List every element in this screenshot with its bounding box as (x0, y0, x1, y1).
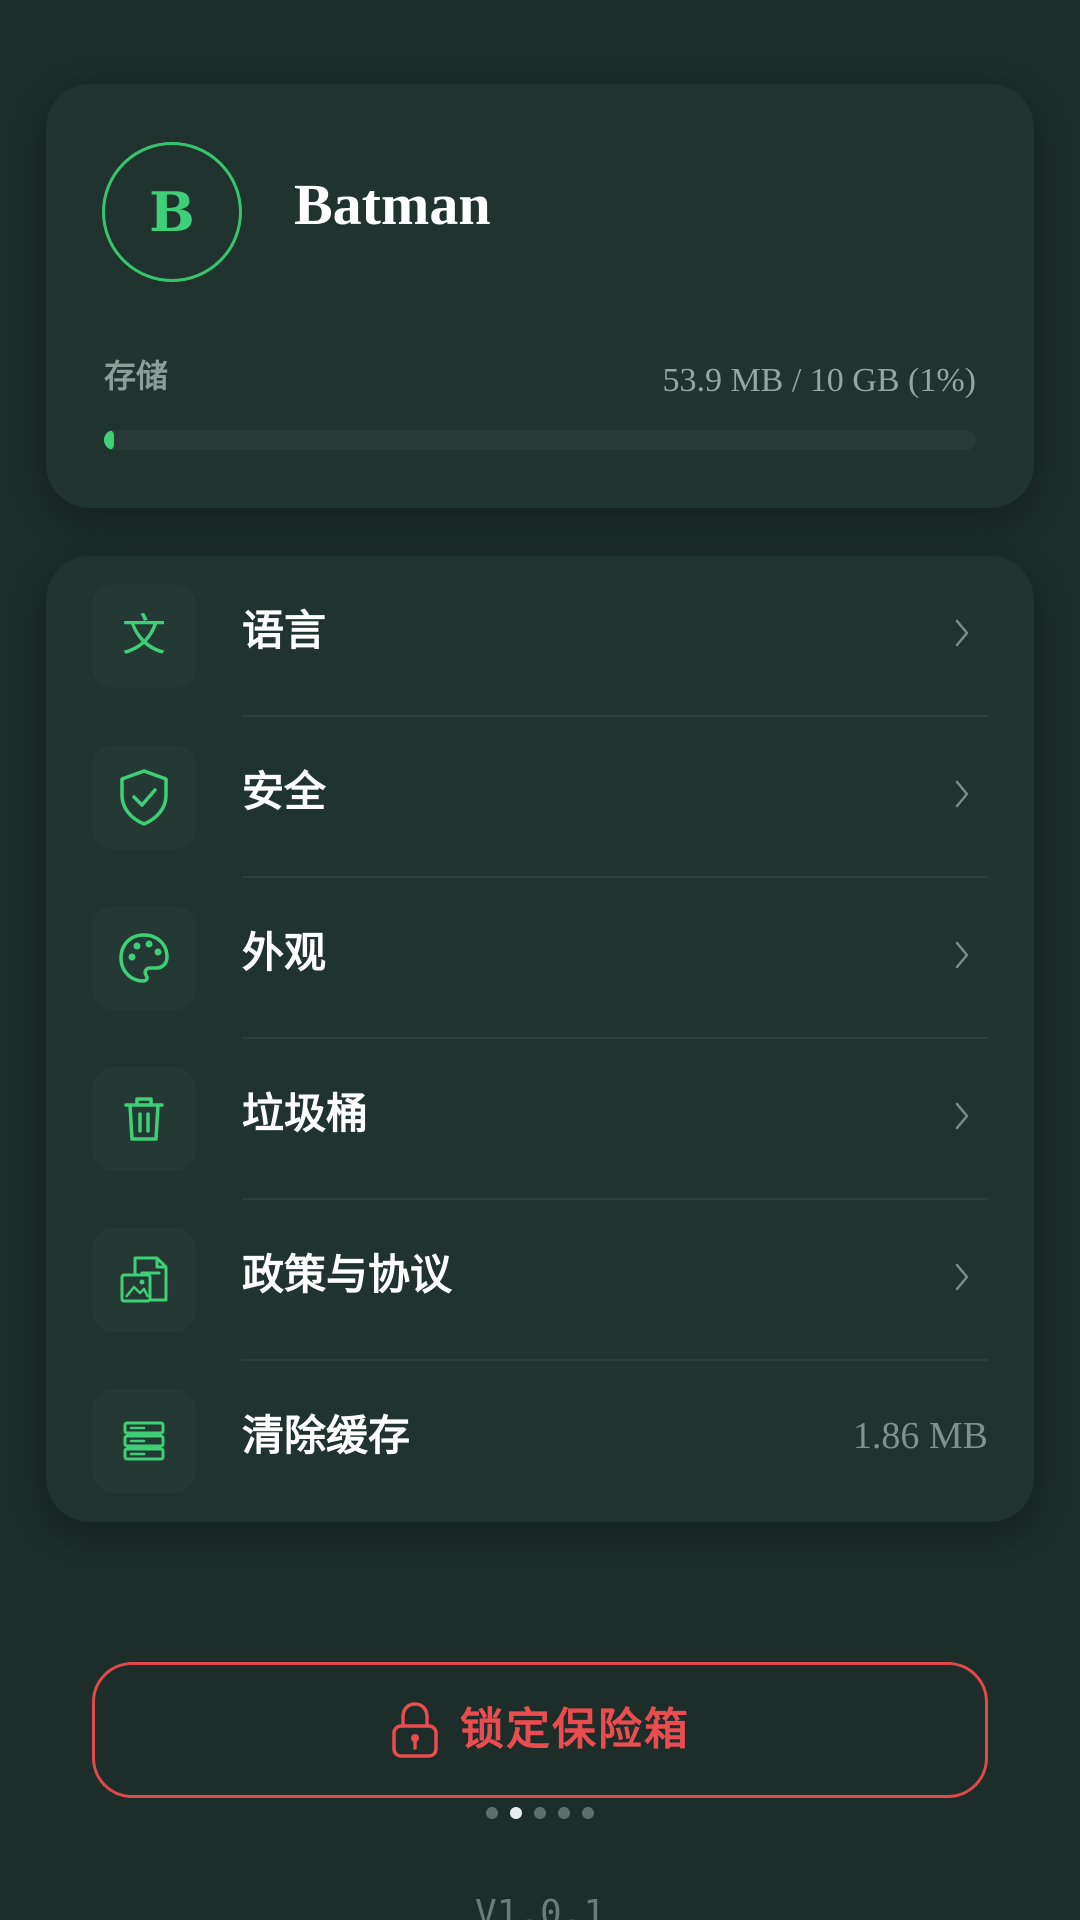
avatar[interactable]: B (102, 142, 242, 282)
storage-usage-text: 53.9 MB / 10 GB (1%) (662, 362, 976, 399)
menu-item-clear-cache[interactable]: 清除缓存 1.86 MB (46, 1361, 1034, 1522)
pagination-dot[interactable] (582, 1807, 594, 1819)
chevron-right-icon (955, 780, 969, 808)
chevron-right-icon (955, 1263, 969, 1291)
storage-progress-fill (104, 430, 114, 450)
document-icon (92, 1228, 196, 1332)
storage-label: 存储 (104, 357, 169, 395)
menu-item-policy[interactable]: 政策与协议 (46, 1200, 1034, 1361)
menu-item-label: 垃圾桶 (242, 1089, 369, 1138)
palette-icon (92, 906, 196, 1010)
menu-item-security[interactable]: 安全 (46, 717, 1034, 878)
translate-glyph: 文 (122, 610, 166, 661)
pagination-dot[interactable] (534, 1807, 546, 1819)
app-version: V1.0.1 (474, 1893, 606, 1920)
avatar-letter: B (149, 180, 195, 244)
username: Batman (294, 172, 491, 237)
chevron-right-icon (955, 1102, 969, 1130)
menu-item-label: 安全 (242, 767, 327, 816)
menu-item-label: 政策与协议 (242, 1250, 453, 1299)
chevron-right-icon (955, 619, 969, 647)
cache-size-value: 1.86 MB (852, 1415, 988, 1457)
menu-item-language[interactable]: 文 语言 (46, 556, 1034, 717)
settings-menu: 文 语言 安全 外观 垃圾桶 政策与协议 清除缓存 1.86 MB (46, 556, 1034, 1522)
lock-vault-button[interactable]: 锁定保险箱 (92, 1662, 988, 1798)
menu-item-trash[interactable]: 垃圾桶 (46, 1039, 1034, 1200)
menu-item-label: 清除缓存 (242, 1411, 411, 1460)
chevron-right-icon (955, 941, 969, 969)
pagination-dot[interactable] (510, 1807, 522, 1819)
translate-icon: 文 (92, 584, 196, 688)
profile-card: B Batman 存储 53.9 MB / 10 GB (1%) (46, 84, 1034, 508)
lock-vault-label: 锁定保险箱 (460, 1704, 690, 1755)
lock-icon (392, 1702, 438, 1758)
trash-icon (92, 1067, 196, 1171)
pagination-dots (0, 1807, 1080, 1819)
menu-item-label: 语言 (242, 606, 327, 655)
storage-icon (92, 1389, 196, 1493)
menu-item-appearance[interactable]: 外观 (46, 878, 1034, 1039)
pagination-dot[interactable] (486, 1807, 498, 1819)
shield-check-icon (92, 745, 196, 849)
settings-page: B Batman 存储 53.9 MB / 10 GB (1%) 文 语言 安全… (0, 0, 1080, 1920)
menu-item-label: 外观 (242, 928, 327, 977)
storage-progress-bar (104, 430, 976, 450)
pagination-dot[interactable] (558, 1807, 570, 1819)
